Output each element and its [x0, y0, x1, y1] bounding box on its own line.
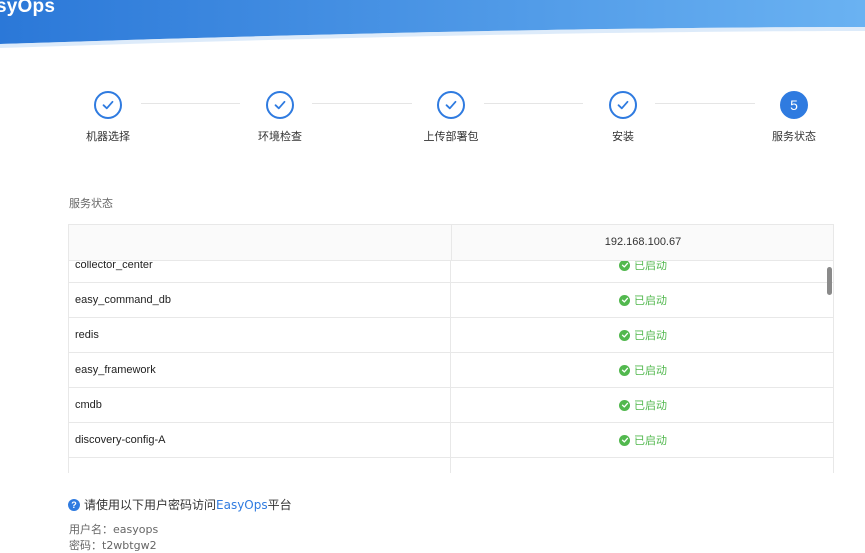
header-wave — [0, 0, 865, 48]
status-cell: 已启动 — [452, 388, 833, 422]
check-circle-icon — [619, 329, 630, 341]
service-name: easy_command_db — [69, 283, 451, 317]
app-logo[interactable]: syOps — [0, 0, 55, 18]
notice-suffix: 平台 — [267, 498, 292, 512]
check-circle-icon — [619, 399, 630, 411]
access-notice: ? 请使用以下用户密码访问 EasyOps 平台 — [68, 496, 292, 513]
table-row — [69, 458, 833, 473]
easyops-link[interactable]: EasyOps — [216, 498, 268, 512]
section-title: 服务状态 — [69, 197, 113, 210]
step-install[interactable]: 安装 — [563, 88, 683, 144]
step-machine-select[interactable]: 机器选择 — [48, 88, 168, 144]
username-label: 用户名： — [69, 523, 113, 536]
status-cell: 已启动 — [452, 283, 833, 317]
table-row: redis 已启动 — [69, 318, 833, 353]
service-name: easy_framework — [69, 353, 451, 387]
password-label: 密码： — [69, 539, 102, 552]
install-stepper: 机器选择 环境检查 上传部署包 安装 5 服务状态 — [0, 88, 865, 148]
table-row: discovery-config-A 已启动 — [69, 423, 833, 458]
check-icon — [437, 91, 465, 119]
status-text: 已启动 — [634, 434, 667, 447]
check-icon — [609, 91, 637, 119]
service-status-table[interactable]: 192.168.100.67 collector_center 已启动 easy… — [68, 224, 834, 473]
service-name: cmdb — [69, 388, 451, 422]
check-circle-icon — [619, 259, 630, 271]
notice-prefix: 请使用以下用户密码访问 — [84, 498, 217, 512]
status-text: 已启动 — [634, 399, 667, 412]
status-cell: 已启动 — [452, 423, 833, 457]
table-row: easy_command_db 已启动 — [69, 283, 833, 318]
step-number-badge: 5 — [780, 91, 808, 119]
check-circle-icon — [619, 434, 630, 446]
step-label: 服务状态 — [772, 130, 816, 143]
status-text: 已启动 — [634, 294, 667, 307]
status-text: 已启动 — [634, 329, 667, 342]
column-header-service — [69, 225, 452, 260]
service-name: discovery-config-A — [69, 423, 451, 457]
status-text: 已启动 — [634, 364, 667, 377]
password-value: t2wbtgw2 — [102, 539, 157, 552]
table-header: 192.168.100.67 — [69, 225, 833, 261]
table-body: collector_center 已启动 easy_command_db 已启动… — [69, 248, 833, 473]
step-service-status[interactable]: 5 服务状态 — [734, 88, 854, 144]
table-row: cmdb 已启动 — [69, 388, 833, 423]
table-row: easy_framework 已启动 — [69, 353, 833, 388]
status-cell: 已启动 — [452, 318, 833, 352]
step-label: 安装 — [612, 130, 634, 143]
step-env-check[interactable]: 环境检查 — [220, 88, 340, 144]
check-icon — [94, 91, 122, 119]
check-circle-icon — [619, 294, 630, 306]
username-line: 用户名：easyops — [69, 521, 158, 537]
column-header-ip: 192.168.100.67 — [604, 236, 682, 248]
service-name: redis — [69, 318, 451, 352]
status-cell: 已启动 — [452, 353, 833, 387]
step-label: 上传部署包 — [423, 130, 479, 143]
step-label: 机器选择 — [86, 130, 130, 143]
check-icon — [266, 91, 294, 119]
table-scrollbar[interactable] — [827, 267, 832, 295]
status-cell — [452, 458, 833, 473]
question-icon: ? — [68, 498, 80, 511]
service-name — [69, 458, 451, 473]
step-label: 环境检查 — [258, 130, 302, 143]
header-banner: syOps — [0, 0, 865, 50]
step-upload-package[interactable]: 上传部署包 — [391, 88, 511, 144]
username-value: easyops — [113, 523, 159, 536]
check-circle-icon — [619, 364, 630, 376]
